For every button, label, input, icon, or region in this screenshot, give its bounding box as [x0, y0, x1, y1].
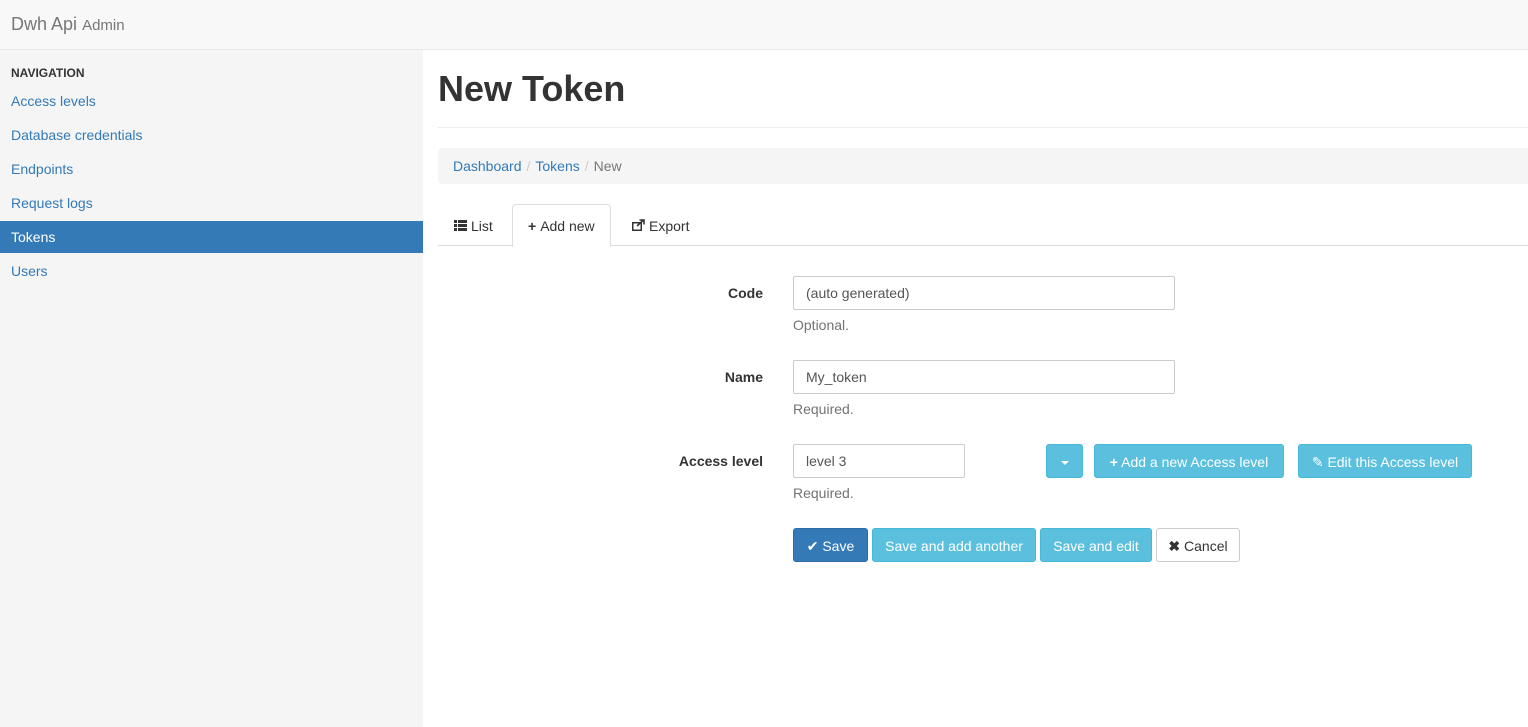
check-icon: ✔ [806, 538, 819, 554]
sidebar-item-database-credentials[interactable]: Database credentials [0, 119, 423, 151]
breadcrumb-separator: / [584, 158, 589, 174]
cancel-label: Cancel [1184, 538, 1228, 554]
save-and-add-another-button[interactable]: Save and add another [872, 528, 1036, 562]
tab-add-new[interactable]: + Add new [512, 204, 611, 247]
brand-title[interactable]: Dwh Api [11, 14, 77, 34]
breadcrumb-tokens[interactable]: Tokens [535, 158, 579, 174]
tab-list[interactable]: List [438, 204, 509, 246]
sidebar-item-endpoints[interactable]: Endpoints [0, 153, 423, 185]
breadcrumb-separator: / [526, 158, 531, 174]
access-level-label: Access level [678, 453, 763, 469]
share-icon [632, 205, 645, 247]
edit-access-level-button[interactable]: ✎ Edit this Access level [1298, 444, 1472, 478]
name-label: Name [724, 369, 763, 385]
list-icon [454, 205, 467, 247]
save-button[interactable]: ✔ Save [793, 528, 868, 562]
access-level-input[interactable] [793, 444, 965, 478]
tab-list-label: List [471, 218, 493, 234]
breadcrumb-current: New [593, 158, 622, 174]
access-level-help: Required. [793, 485, 854, 501]
brand-subtitle[interactable]: Admin [82, 17, 125, 34]
cancel-button[interactable]: ✖ Cancel [1156, 528, 1240, 562]
tab-bar: List + Add new Export [438, 204, 1528, 247]
sidebar-item-tokens[interactable]: Tokens [0, 221, 423, 253]
sidebar-item-request-logs[interactable]: Request logs [0, 187, 423, 219]
breadcrumb-dashboard[interactable]: Dashboard [453, 158, 522, 174]
breadcrumb: Dashboard / Tokens / New [438, 148, 1528, 184]
chevron-down-icon [1060, 461, 1069, 466]
title-divider [438, 127, 1528, 128]
sidebar: NAVIGATION Access levels Database creden… [0, 50, 423, 727]
tab-export[interactable]: Export [616, 204, 705, 246]
plus-icon: + [528, 218, 537, 234]
code-input[interactable] [793, 276, 1175, 310]
name-input[interactable] [793, 360, 1175, 394]
plus-icon: + [1109, 454, 1118, 470]
brand[interactable]: Dwh Api Admin [11, 14, 125, 35]
sidebar-item-users[interactable]: Users [0, 255, 423, 287]
tab-add-new-label: Add new [540, 218, 595, 234]
access-level-dropdown-button[interactable] [1046, 444, 1083, 478]
code-label: Code [728, 285, 763, 301]
top-navbar: Dwh Api Admin [0, 0, 1528, 50]
close-icon: ✖ [1168, 538, 1181, 554]
name-help: Required. [793, 401, 854, 417]
pencil-icon: ✎ [1311, 454, 1324, 470]
add-access-level-label: Add a new Access level [1121, 454, 1269, 470]
page-title: New Token [438, 68, 626, 109]
code-help: Optional. [793, 317, 850, 333]
nav-header: NAVIGATION [11, 66, 85, 80]
add-access-level-button[interactable]: + Add a new Access level [1094, 444, 1284, 478]
save-and-edit-button[interactable]: Save and edit [1040, 528, 1152, 562]
sidebar-item-access-levels[interactable]: Access levels [0, 85, 423, 117]
tab-export-label: Export [649, 218, 690, 234]
save-label: Save [822, 538, 855, 554]
edit-access-level-label: Edit this Access level [1327, 454, 1459, 470]
nav-list: Access levels Database credentials Endpo… [0, 85, 423, 289]
